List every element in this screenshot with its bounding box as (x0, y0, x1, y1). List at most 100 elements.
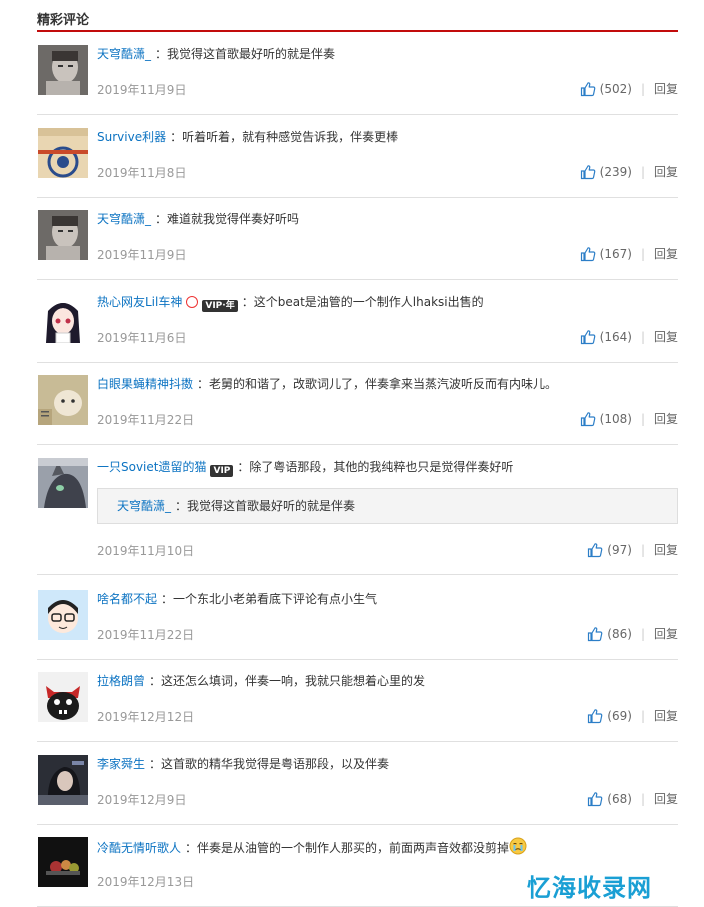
comment-username[interactable]: Survive利器 (97, 130, 166, 144)
like-button[interactable]: (239) (580, 164, 632, 180)
separator: ： (185, 841, 198, 855)
avatar[interactable] (38, 128, 88, 178)
avatar[interactable] (38, 590, 88, 640)
comment-text: 这个beat是油管的一个制作人lhaksi出售的 (253, 295, 484, 309)
comment-body: 热心网友Lil车神 VIP·年 ：这个beat是油管的一个制作人lhaksi出售的 2… (97, 293, 678, 345)
reply-button[interactable]: 回复 (654, 541, 678, 558)
avatar[interactable] (38, 755, 88, 805)
comment-text: 伴奏是从油管的一个制作人那买的，前面两声音效都没剪掉 (197, 841, 510, 855)
thumbs-up-icon (580, 411, 600, 427)
comment-username[interactable]: 冷酷无情听歌人 (97, 841, 181, 855)
comment-text: 听着听着，就有种感觉告诉我，伴奏更棒 (182, 130, 399, 144)
comment-body: 冷酷无情听歌人 ：伴奏是从油管的一个制作人那买的，前面两声音效都没剪掉 2019年1… (97, 837, 678, 889)
quoted-text: 我觉得这首歌最好听的就是伴奏 (187, 499, 356, 513)
comment-username[interactable]: 一只Soviet遗留的猫 (97, 460, 206, 474)
like-button[interactable]: (164) (580, 329, 632, 345)
comment-username[interactable]: 啥名都不起 (97, 592, 157, 606)
separator: ： (155, 212, 168, 226)
comment-item: 李家舜生 ：这首歌的精华我觉得是粤语那段，以及伴奏 2019年12月9日 (68) | 回… (37, 755, 678, 825)
thumbs-up-icon (587, 626, 607, 642)
reply-button[interactable]: 回复 (654, 410, 678, 427)
comment-text: 这首歌的精华我觉得是粤语那段，以及伴奏 (161, 757, 390, 771)
like-button[interactable]: (108) (580, 411, 632, 427)
comment-text: 我觉得这首歌最好听的就是伴奏 (167, 47, 336, 61)
comment-username[interactable]: 李家舜生 (97, 757, 145, 771)
reply-button[interactable]: 回复 (654, 625, 678, 642)
separator: ： (237, 460, 250, 474)
avatar[interactable] (38, 45, 88, 95)
like-count: (108) (599, 411, 632, 426)
comment-date: 2019年11月9日 (97, 83, 187, 97)
vip-badge: VIP·年 (202, 300, 238, 312)
music-badge-icon (186, 296, 199, 308)
like-count: (164) (599, 329, 632, 344)
like-count: (239) (599, 164, 632, 179)
comment-username[interactable]: 白眼果蝇精神抖擞 (97, 377, 193, 391)
like-button[interactable]: (502) (580, 81, 632, 97)
comment-username[interactable]: 天穹酷潇_ (97, 47, 151, 61)
separator: ： (170, 130, 183, 144)
like-button[interactable]: (86) (587, 626, 632, 642)
reply-button[interactable]: 回复 (654, 245, 678, 262)
like-count: (69) (607, 708, 632, 723)
separator: ： (155, 47, 168, 61)
reply-button[interactable]: 回复 (654, 163, 678, 180)
avatar[interactable] (38, 375, 88, 425)
comment-actions: (167) | 回复 (580, 245, 678, 262)
avatar[interactable] (38, 672, 88, 722)
comment-actions: (69) | 回复 (587, 707, 678, 724)
comment-date: 2019年11月6日 (97, 331, 187, 345)
action-divider: | (640, 542, 645, 557)
like-count: (167) (599, 246, 632, 261)
comment-body: 拉格朗曾 ：这还怎么填词，伴奏一响，我就只能想着心里的发 2019年12月12日 (6… (97, 672, 678, 724)
comment-body: 一只Soviet遗留的猫 VIP ：除了粤语那段，其他的我纯粹也只是觉得伴奏好听天穹… (97, 458, 678, 558)
separator: ： (149, 757, 162, 771)
like-button[interactable]: (97) (587, 542, 632, 558)
comment-date: 2019年11月9日 (97, 248, 187, 262)
reply-button[interactable]: 回复 (654, 707, 678, 724)
quoted-username[interactable]: 天穹酷潇_ (117, 499, 171, 513)
watermark: 忆海收录网 (527, 874, 652, 902)
reply-button[interactable]: 回复 (654, 328, 678, 345)
comment-username[interactable]: 天穹酷潇_ (97, 212, 151, 226)
like-button[interactable]: (69) (587, 708, 632, 724)
comment-username[interactable]: 拉格朗曾 (97, 674, 145, 688)
vip-badge: VIP (210, 465, 234, 477)
thumbs-up-icon (580, 81, 600, 97)
like-button[interactable]: (68) (587, 791, 632, 807)
comment-username[interactable]: 热心网友Lil车神 (97, 295, 182, 309)
comment-actions: (97) | 回复 (587, 541, 678, 558)
comment-text: 除了粤语那段，其他的我纯粹也只是觉得伴奏好听 (249, 460, 514, 474)
comment-line: 天穹酷潇_ ：我觉得这首歌最好听的就是伴奏 (97, 45, 678, 63)
comment-date: 2019年11月22日 (97, 628, 195, 642)
thumbs-up-icon (580, 246, 600, 262)
comment-line: 李家舜生 ：这首歌的精华我觉得是粤语那段，以及伴奏 (97, 755, 678, 773)
comment-item: 天穹酷潇_ ：难道就我觉得伴奏好听吗 2019年11月9日 (167) | 回复 (37, 210, 678, 280)
comment-body: 啥名都不起 ：一个东北小老弟看底下评论有点小生气 2019年11月22日 (86) | 回… (97, 590, 678, 642)
comment-line: Survive利器 ：听着听着，就有种感觉告诉我，伴奏更棒 (97, 128, 678, 146)
comment-date: 2019年12月12日 (97, 710, 195, 724)
avatar[interactable] (38, 293, 88, 343)
avatar[interactable] (38, 210, 88, 260)
comment-date: 2019年12月9日 (97, 793, 187, 807)
reply-button[interactable]: 回复 (654, 790, 678, 807)
thumbs-up-icon (587, 791, 607, 807)
action-divider: | (640, 81, 645, 96)
comment-body: 天穹酷潇_ ：难道就我觉得伴奏好听吗 2019年11月9日 (167) | 回复 (97, 210, 678, 262)
section-title: 精彩评论 (37, 13, 90, 28)
comment-item: 一只Soviet遗留的猫 VIP ：除了粤语那段，其他的我纯粹也只是觉得伴奏好听天穹… (37, 458, 678, 575)
comment-item: 白眼果蝇精神抖擞 ：老舅的和谐了，改歌词儿了，伴奏拿来当蒸汽波听反而有内味儿。 20… (37, 375, 678, 445)
avatar[interactable] (38, 837, 88, 887)
thumbs-up-icon (587, 708, 607, 724)
comment-item: 天穹酷潇_ ：我觉得这首歌最好听的就是伴奏 2019年11月9日 (502) | 回复 (37, 45, 678, 115)
comment-text: 老舅的和谐了，改歌词儿了，伴奏拿来当蒸汽波听反而有内味儿。 (209, 377, 558, 391)
action-divider: | (640, 246, 645, 261)
comment-date: 2019年12月13日 (97, 875, 195, 889)
avatar[interactable] (38, 458, 88, 508)
comment-actions: (86) | 回复 (587, 625, 678, 642)
comment-body: 白眼果蝇精神抖擞 ：老舅的和谐了，改歌词儿了，伴奏拿来当蒸汽波听反而有内味儿。 20… (97, 375, 678, 427)
like-button[interactable]: (167) (580, 246, 632, 262)
reply-button[interactable]: 回复 (654, 80, 678, 97)
comment-text: 难道就我觉得伴奏好听吗 (167, 212, 300, 226)
crying-emoji-icon (509, 837, 527, 860)
